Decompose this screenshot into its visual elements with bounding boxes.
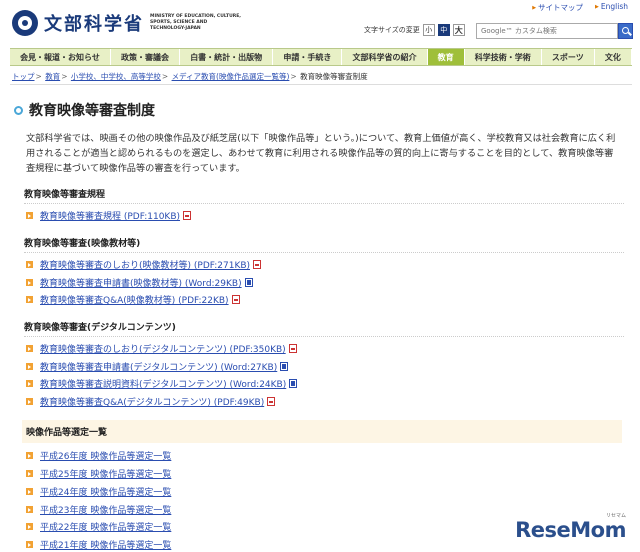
document-link[interactable]: 教育映像等審査Q&A(デジタルコンテンツ) (PDF:49KB) <box>40 395 264 408</box>
list-item: 教育映像等審査のしおり(デジタルコンテンツ) (PDF:350KB) <box>26 342 297 355</box>
font-size-large-button[interactable]: 大 <box>452 24 465 36</box>
nav-item-education[interactable]: 教育 <box>427 49 465 65</box>
breadcrumb-link-schools[interactable]: 小学校、中学校、高等学校 <box>71 72 161 81</box>
breadcrumb-current: 教育映像等審査制度 <box>300 72 368 81</box>
ministry-emblem-icon <box>12 10 38 36</box>
list-item: 平成21年度 映像作品等選定一覧 <box>26 538 171 551</box>
search-button[interactable] <box>618 23 633 39</box>
arrow-bullet-icon <box>26 506 33 513</box>
list-item: 平成26年度 映像作品等選定一覧 <box>26 449 171 462</box>
ministry-logo[interactable]: 文部科学省 MINISTRY OF EDUCATION, CULTURE, SP… <box>12 10 242 36</box>
logo-english-text: MINISTRY OF EDUCATION, CULTURE, SPORTS, … <box>150 14 241 31</box>
breadcrumb-link-top[interactable]: トップ <box>12 72 35 81</box>
nav-item-culture[interactable]: 文化 <box>595 49 632 65</box>
title-bullet-icon <box>14 105 23 115</box>
year-list-link[interactable]: 平成23年度 映像作品等選定一覧 <box>40 503 171 516</box>
resemom-watermark-logo: リセマム ReseMom <box>515 513 626 542</box>
section-heading-digital: 教育映像等審査(デジタルコンテンツ) <box>24 320 624 337</box>
nav-item-publications[interactable]: 白書・統計・出版物 <box>180 49 274 65</box>
list-item: 教育映像等審査説明資料(デジタルコンテンツ) (Word:24KB) <box>26 377 298 390</box>
document-link[interactable]: 教育映像等審査申請書(デジタルコンテンツ) (Word:27KB) <box>40 360 277 373</box>
document-link[interactable]: 教育映像等審査のしおり(映像教材等) (PDF:271KB) <box>40 258 250 271</box>
breadcrumb: トップ> 教育> 小学校、中学校、高等学校> メディア教育(映像作品選定一覧等)… <box>12 72 368 81</box>
list-item: 平成25年度 映像作品等選定一覧 <box>26 467 171 480</box>
section-heading-video: 教育映像等審査(映像教材等) <box>24 236 624 253</box>
nav-item-applications[interactable]: 申請・手続き <box>273 49 343 65</box>
year-list-link[interactable]: 平成25年度 映像作品等選定一覧 <box>40 467 171 480</box>
arrow-bullet-icon <box>26 296 33 303</box>
list-item: 平成22年度 映像作品等選定一覧 <box>26 520 171 533</box>
arrow-bullet-icon <box>26 380 33 387</box>
divider <box>10 84 632 85</box>
arrow-bullet-icon <box>26 363 33 370</box>
list-item: 教育映像等審査Q&A(映像教材等) (PDF:22KB) <box>26 293 240 306</box>
arrow-bullet-icon <box>26 541 33 548</box>
font-size-switcher: 文字サイズの変更 小 中 大 <box>364 24 465 36</box>
document-link[interactable]: 教育映像等審査規程 (PDF:110KB) <box>40 209 180 222</box>
page-title: 教育映像等審査制度 <box>14 100 155 120</box>
watermark-sub: リセマム <box>605 513 626 519</box>
list-item: 平成23年度 映像作品等選定一覧 <box>26 503 171 516</box>
pdf-icon <box>253 260 262 269</box>
top-links: サイトマップ English <box>532 2 628 13</box>
breadcrumb-link-education[interactable]: 教育 <box>45 72 60 81</box>
section-heading-selection-list: 映像作品等選定一覧 <box>22 420 622 443</box>
arrow-bullet-icon <box>26 523 33 530</box>
document-link[interactable]: 教育映像等審査説明資料(デジタルコンテンツ) (Word:24KB) <box>40 377 286 390</box>
page-title-text: 教育映像等審査制度 <box>29 103 155 119</box>
pdf-icon <box>231 295 240 304</box>
word-icon <box>280 362 289 371</box>
list-item: 教育映像等審査申請書(映像教材等) (Word:29KB) <box>26 276 253 289</box>
year-list-link[interactable]: 平成22年度 映像作品等選定一覧 <box>40 520 171 533</box>
list-item: 教育映像等審査のしおり(映像教材等) (PDF:271KB) <box>26 258 262 271</box>
year-list-link[interactable]: 平成26年度 映像作品等選定一覧 <box>40 449 171 462</box>
word-icon <box>289 379 298 388</box>
year-list-link[interactable]: 平成21年度 映像作品等選定一覧 <box>40 538 171 551</box>
list-item: 教育映像等審査Q&A(デジタルコンテンツ) (PDF:49KB) <box>26 395 276 408</box>
arrow-bullet-icon <box>26 212 33 219</box>
document-link[interactable]: 教育映像等審査Q&A(映像教材等) (PDF:22KB) <box>40 293 229 306</box>
arrow-bullet-icon <box>26 279 33 286</box>
nav-item-about[interactable]: 文部科学省の紹介 <box>342 49 428 65</box>
logo-text: 文部科学省 <box>44 14 144 35</box>
arrow-bullet-icon <box>26 470 33 477</box>
search-input[interactable] <box>476 23 618 39</box>
word-icon <box>244 278 253 287</box>
watermark-text: ReseMom <box>515 518 626 542</box>
global-nav: 会見・報道・お知らせ 政策・審議会 白書・統計・出版物 申請・手続き 文部科学省… <box>10 48 632 66</box>
document-link[interactable]: 教育映像等審査のしおり(デジタルコンテンツ) (PDF:350KB) <box>40 342 286 355</box>
list-item: 平成24年度 映像作品等選定一覧 <box>26 485 171 498</box>
document-link[interactable]: 教育映像等審査申請書(映像教材等) (Word:29KB) <box>40 276 242 289</box>
arrow-bullet-icon <box>26 398 33 405</box>
arrow-bullet-icon <box>26 488 33 495</box>
font-size-label: 文字サイズの変更 <box>364 26 420 34</box>
pdf-icon <box>183 211 192 220</box>
nav-item-sports[interactable]: スポーツ <box>542 49 595 65</box>
arrow-bullet-icon <box>26 345 33 352</box>
nav-item-science[interactable]: 科学技術・学術 <box>465 49 542 65</box>
list-item: 教育映像等審査申請書(デジタルコンテンツ) (Word:27KB) <box>26 360 289 373</box>
arrow-bullet-icon <box>26 261 33 268</box>
english-link[interactable]: English <box>595 2 628 13</box>
section-heading-rules: 教育映像等審査規程 <box>24 187 624 204</box>
site-search <box>476 23 633 39</box>
pdf-icon <box>288 344 297 353</box>
intro-paragraph: 文部科学省では、映画その他の映像作品及び紙芝居(以下「映像作品等」という。)につ… <box>26 133 616 174</box>
list-item: 教育映像等審査規程 (PDF:110KB) <box>26 209 192 222</box>
nav-item-press[interactable]: 会見・報道・お知らせ <box>10 49 111 65</box>
arrow-bullet-icon <box>26 452 33 459</box>
header: 文部科学省 MINISTRY OF EDUCATION, CULTURE, SP… <box>0 0 640 46</box>
font-size-small-button[interactable]: 小 <box>422 24 435 36</box>
pdf-icon <box>267 397 276 406</box>
nav-item-policy[interactable]: 政策・審議会 <box>111 49 181 65</box>
sitemap-link[interactable]: サイトマップ <box>532 2 583 13</box>
year-list-link[interactable]: 平成24年度 映像作品等選定一覧 <box>40 485 171 498</box>
breadcrumb-link-media[interactable]: メディア教育(映像作品選定一覧等) <box>172 72 290 81</box>
font-size-medium-button[interactable]: 中 <box>437 24 450 36</box>
